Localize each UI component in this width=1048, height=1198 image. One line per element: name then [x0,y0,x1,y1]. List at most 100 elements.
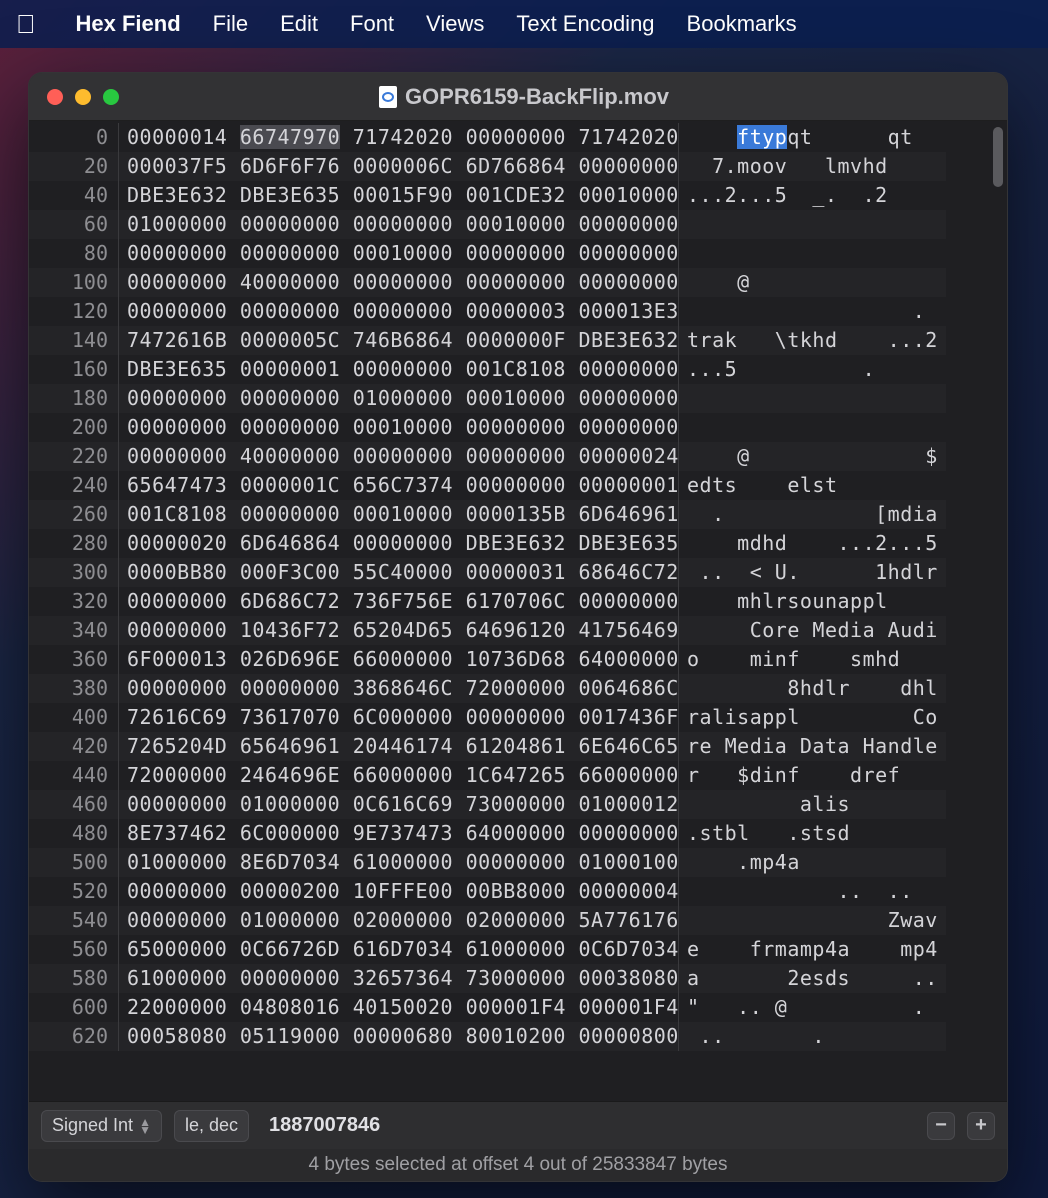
hex-content[interactable]: 000000014 66747970 71742020 00000000 717… [29,121,1007,1101]
hex-cell[interactable]: 00000020 6D646864 00000000 DBE3E632 DBE3… [119,529,679,558]
menubar-edit[interactable]: Edit [280,11,318,37]
ascii-cell[interactable]: trak \tkhd ...2 [679,326,946,355]
hex-cell[interactable]: 00000000 00000000 3868646C 72000000 0064… [119,674,679,703]
hex-row[interactable]: 8000000000 00000000 00010000 00000000 00… [29,239,946,268]
hex-cell[interactable]: 7472616B 0000005C 746B6864 0000000F DBE3… [119,326,679,355]
ascii-cell[interactable]: alis [679,790,946,819]
hex-row[interactable]: 34000000000 10436F72 65204D65 64696120 4… [29,616,946,645]
hex-cell[interactable]: 00000000 00000000 00000000 00000003 0000… [119,297,679,326]
data-type-select[interactable]: Signed Int ▲▼ [41,1110,162,1142]
hex-row[interactable]: 60022000000 04808016 40150020 000001F4 0… [29,993,946,1022]
ascii-cell[interactable]: r $dinf dref [679,761,946,790]
ascii-cell[interactable]: .. < U. 1hdlr [679,558,946,587]
hex-cell[interactable]: 00000000 00000200 10FFFE00 00BB8000 0000… [119,877,679,906]
hex-row[interactable]: 20000037F5 6D6F6F76 0000006C 6D766864 00… [29,152,946,181]
hex-cell[interactable]: 00000000 40000000 00000000 00000000 0000… [119,442,679,471]
hex-row[interactable]: 46000000000 01000000 0C616C69 73000000 0… [29,790,946,819]
ascii-cell[interactable]: .mp4a [679,848,946,877]
ascii-cell[interactable]: Core Media Audi [679,616,946,645]
ascii-cell[interactable]: .stbl .stsd [679,819,946,848]
hex-cell[interactable]: 00000000 40000000 00000000 00000000 0000… [119,268,679,297]
ascii-cell[interactable] [679,239,946,268]
hex-row[interactable]: 1407472616B 0000005C 746B6864 0000000F D… [29,326,946,355]
hex-cell[interactable]: 0000BB80 000F3C00 55C40000 00000031 6864… [119,558,679,587]
hex-cell[interactable]: 6F000013 026D696E 66000000 10736D68 6400… [119,645,679,674]
hex-cell[interactable]: 72000000 2464696E 66000000 1C647265 6600… [119,761,679,790]
menubar-file[interactable]: File [213,11,248,37]
hex-row[interactable]: 000000014 66747970 71742020 00000000 717… [29,123,946,152]
ascii-cell[interactable]: Zwav [679,906,946,935]
ascii-cell[interactable]: ...5 . [679,355,946,384]
hex-row[interactable]: 40DBE3E632 DBE3E635 00015F90 001CDE32 00… [29,181,946,210]
endian-select[interactable]: le, dec [174,1110,249,1142]
plus-button[interactable]: + [967,1112,995,1140]
hex-row[interactable]: 22000000000 40000000 00000000 00000000 0… [29,442,946,471]
ascii-cell[interactable] [679,210,946,239]
apple-logo-icon[interactable]:  [16,9,36,40]
hex-row[interactable]: 4808E737462 6C000000 9E737473 64000000 0… [29,819,946,848]
hex-row[interactable]: 12000000000 00000000 00000000 00000003 0… [29,297,946,326]
hex-cell[interactable]: 000037F5 6D6F6F76 0000006C 6D766864 0000… [119,152,679,181]
hex-cell[interactable]: 61000000 00000000 32657364 73000000 0003… [119,964,679,993]
hex-row[interactable]: 44072000000 2464696E 66000000 1C647265 6… [29,761,946,790]
hex-cell[interactable]: 65000000 0C66726D 616D7034 61000000 0C6D… [119,935,679,964]
menubar-app-name[interactable]: Hex Fiend [76,11,181,37]
hex-cell[interactable]: 00000000 00000000 01000000 00010000 0000… [119,384,679,413]
ascii-cell[interactable]: ...2...5 _. .2 [679,181,946,210]
hex-cell[interactable]: 00000000 6D686C72 736F756E 6170706C 0000… [119,587,679,616]
hex-cell[interactable]: DBE3E632 DBE3E635 00015F90 001CDE32 0001… [119,181,679,210]
hex-row[interactable]: 4207265204D 65646961 20446174 61204861 6… [29,732,946,761]
ascii-cell[interactable]: re Media Data Handle [679,732,946,761]
hex-cell[interactable]: 00000000 10436F72 65204D65 64696120 4175… [119,616,679,645]
hex-row[interactable]: 24065647473 0000001C 656C7374 00000000 0… [29,471,946,500]
ascii-cell[interactable]: mhlrsounappl [679,587,946,616]
hex-row[interactable]: 38000000000 00000000 3868646C 72000000 0… [29,674,946,703]
hex-cell[interactable]: 72616C69 73617070 6C000000 00000000 0017… [119,703,679,732]
hex-row[interactable]: 52000000000 00000200 10FFFE00 00BB8000 0… [29,877,946,906]
ascii-cell[interactable]: a 2esds .. [679,964,946,993]
minus-button[interactable]: − [927,1112,955,1140]
ascii-cell[interactable]: mdhd ...2...5 [679,529,946,558]
ascii-cell[interactable] [679,384,946,413]
hex-cell[interactable]: 00000000 00000000 00010000 00000000 0000… [119,239,679,268]
ascii-cell[interactable]: 8hdlr dhl [679,674,946,703]
hex-cell[interactable]: 65647473 0000001C 656C7374 00000000 0000… [119,471,679,500]
ascii-cell[interactable]: ftypqt qt [679,123,946,152]
close-button[interactable] [47,89,63,105]
ascii-cell[interactable]: @ $ [679,442,946,471]
zoom-button[interactable] [103,89,119,105]
minimize-button[interactable] [75,89,91,105]
hex-row[interactable]: 28000000020 6D646864 00000000 DBE3E632 D… [29,529,946,558]
hex-cell[interactable]: 001C8108 00000000 00010000 0000135B 6D64… [119,500,679,529]
hex-cell[interactable]: 8E737462 6C000000 9E737473 64000000 0000… [119,819,679,848]
hex-cell[interactable]: 00058080 05119000 00000680 80010200 0000… [119,1022,679,1051]
hex-row[interactable]: 54000000000 01000000 02000000 02000000 5… [29,906,946,935]
ascii-cell[interactable]: . [679,297,946,326]
hex-row[interactable]: 3606F000013 026D696E 66000000 10736D68 6… [29,645,946,674]
hex-cell[interactable]: DBE3E635 00000001 00000000 001C8108 0000… [119,355,679,384]
hex-row[interactable]: 260001C8108 00000000 00010000 0000135B 6… [29,500,946,529]
hex-row[interactable]: 50001000000 8E6D7034 61000000 00000000 0… [29,848,946,877]
hex-row[interactable]: 62000058080 05119000 00000680 80010200 0… [29,1022,946,1051]
hex-row[interactable]: 10000000000 40000000 00000000 00000000 0… [29,268,946,297]
hex-cell[interactable]: 00000000 01000000 02000000 02000000 5A77… [119,906,679,935]
ascii-cell[interactable]: edts elst [679,471,946,500]
ascii-cell[interactable]: 7.moov lmvhd [679,152,946,181]
ascii-cell[interactable]: ralisappl Co [679,703,946,732]
hex-cell[interactable]: 00000000 01000000 0C616C69 73000000 0100… [119,790,679,819]
ascii-cell[interactable]: .. . [679,1022,946,1051]
ascii-cell[interactable]: .. .. [679,877,946,906]
hex-row[interactable]: 40072616C69 73617070 6C000000 00000000 0… [29,703,946,732]
hex-row[interactable]: 56065000000 0C66726D 616D7034 61000000 0… [29,935,946,964]
hex-cell[interactable]: 00000000 00000000 00010000 00000000 0000… [119,413,679,442]
hex-cell[interactable]: 00000014 66747970 71742020 00000000 7174… [119,123,679,152]
inspector-value[interactable]: 1887007846 [261,1114,380,1137]
hex-cell[interactable]: 01000000 8E6D7034 61000000 00000000 0100… [119,848,679,877]
ascii-cell[interactable]: @ [679,268,946,297]
hex-cell[interactable]: 7265204D 65646961 20446174 61204861 6E64… [119,732,679,761]
menubar-views[interactable]: Views [426,11,484,37]
scrollbar-thumb[interactable] [993,127,1003,187]
hex-row[interactable]: 20000000000 00000000 00010000 00000000 0… [29,413,946,442]
ascii-cell[interactable]: e frmamp4a mp4 [679,935,946,964]
hex-row[interactable]: 18000000000 00000000 01000000 00010000 0… [29,384,946,413]
